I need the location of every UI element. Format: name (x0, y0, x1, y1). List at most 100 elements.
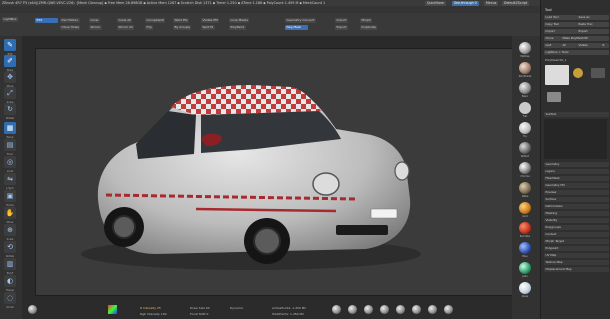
grow-all-button[interactable]: Grow All (117, 18, 133, 23)
geometry-convert-button[interactable]: Geometry Convert (285, 18, 316, 23)
reflect-material-swatch[interactable] (519, 142, 531, 154)
red-wax-material-swatch[interactable] (519, 222, 531, 234)
edit-mode-button[interactable]: Edit (35, 18, 58, 23)
goz-r-button[interactable]: R (601, 43, 609, 48)
shrink-button[interactable]: Shrink (89, 25, 102, 30)
quicksave-button[interactable]: QuickSave (425, 1, 446, 6)
chrome-material-swatch[interactable] (519, 162, 531, 174)
morph-button[interactable]: Morph (360, 18, 373, 23)
view-scale-icon[interactable]: ⊕ Scale (4, 224, 16, 241)
polyframe-icon[interactable]: ▥ PolyF (4, 258, 16, 275)
polypaint-toggle[interactable]: PolyPaint (229, 25, 246, 30)
z-intensity-slider[interactable]: Z Intensity 25 (140, 306, 161, 310)
lightbox-button[interactable]: LightBox (2, 17, 19, 22)
toy-material-swatch[interactable] (519, 122, 531, 134)
groups-split-button[interactable]: GroupsSplit (145, 18, 166, 23)
lsym-toggle-icon[interactable]: ⇋ L.Sym (4, 173, 16, 190)
del-hidden-button[interactable]: Del Hidden (60, 18, 80, 23)
viewport-canvas[interactable] (35, 48, 514, 296)
clone-button[interactable]: Clone (544, 36, 561, 41)
brush-sphere-icon[interactable] (428, 305, 437, 314)
geometry-hd-section[interactable]: Geometry HD (544, 183, 609, 188)
brush-sphere-icon[interactable] (28, 305, 37, 314)
goz-visible-button[interactable]: Visible (577, 43, 601, 48)
brush-sphere-icon[interactable] (380, 305, 389, 314)
by-groups-button[interactable]: By Groups (173, 25, 192, 30)
brush-sphere-icon[interactable] (364, 305, 373, 314)
masking-section[interactable]: Masking (544, 211, 609, 216)
rotate-tool-icon[interactable]: ↻ Rotate (4, 103, 16, 120)
default-zscript-button[interactable]: DefaultZScript (502, 1, 530, 6)
fibermesh-section[interactable]: FiberMesh (544, 176, 609, 181)
goz-all-button[interactable]: All (561, 43, 577, 48)
load-tool-button[interactable]: Load Tool (544, 15, 577, 20)
local-toggle-icon[interactable]: ◎ Local (4, 156, 16, 173)
current-tool-thumbnail[interactable] (545, 65, 569, 85)
brush-sphere-icon[interactable] (396, 305, 405, 314)
brush-sphere-icon[interactable] (348, 305, 357, 314)
surface-section[interactable]: Surface (544, 197, 609, 202)
gold-material-swatch[interactable] (519, 202, 531, 214)
transparent-icon[interactable]: ◐ Transp (4, 275, 16, 292)
simple-brush-thumbnail[interactable] (591, 68, 605, 78)
export-button[interactable]: Export (335, 25, 348, 30)
move-tool-icon[interactable]: ✥ Move (4, 71, 16, 88)
shrink-all-button[interactable]: Shrink All (117, 25, 135, 30)
import-tool-button[interactable]: Import (544, 29, 577, 34)
subtool-thumbnail[interactable] (547, 92, 561, 102)
brush-sphere-icon[interactable] (412, 305, 421, 314)
skinshade-material-swatch[interactable] (519, 62, 531, 74)
layers-section[interactable]: Layers (544, 169, 609, 174)
brush-sphere-icon[interactable] (444, 305, 453, 314)
scale-tool-icon[interactable]: ⤢ Scale (4, 87, 16, 104)
split-point-button[interactable]: Split Pt (201, 25, 215, 30)
geometry-section[interactable]: Geometry (544, 162, 609, 167)
texture-map-section[interactable]: Texture Map (544, 260, 609, 265)
floor-toggle-icon[interactable]: ▤ Floor (4, 139, 16, 156)
morph-target-section[interactable]: Morph Target (544, 239, 609, 244)
dynamic-toggle[interactable]: Dynamic (230, 306, 243, 310)
save-as-button[interactable]: Save As (577, 15, 609, 20)
metal-material-swatch[interactable] (519, 182, 531, 194)
see-through-slider[interactable]: See-through 0 (452, 1, 479, 6)
visibility-section[interactable]: Visibility (544, 218, 609, 223)
draw-size-slider[interactable]: Draw Size 64 (190, 306, 210, 310)
ghost-icon[interactable]: ◌ Ghost (4, 292, 16, 309)
subtool-section[interactable]: SubTool (544, 112, 609, 117)
color-picker-swatch[interactable] (108, 305, 117, 314)
view-rotate-icon[interactable]: ⟲ Rotate (4, 241, 16, 258)
deformation-section[interactable]: Deformation (544, 204, 609, 209)
edit-tool-icon[interactable]: ✎ Edit (4, 39, 16, 56)
duplicate-button[interactable]: Duplicate (360, 25, 378, 30)
goz-button[interactable]: GoZ (544, 43, 561, 48)
basic-material-swatch[interactable] (519, 82, 531, 94)
focal-shift-slider[interactable]: Focal Shift 0 (190, 312, 208, 316)
jade-material-swatch[interactable] (519, 262, 531, 274)
flip-button[interactable]: Flip (145, 25, 154, 30)
persp-toggle-icon[interactable]: ▦ Persp (4, 122, 16, 139)
loop-masks-button[interactable]: Loop Masks (229, 18, 250, 23)
export-tool-button[interactable]: Export (577, 29, 609, 34)
weld-points-button[interactable]: Weld Pts (173, 18, 189, 23)
draw-tool-icon[interactable]: ✐ Draw (4, 55, 16, 72)
brush-sphere-icon[interactable] (332, 305, 341, 314)
frame-icon[interactable]: ▣ Frame (4, 190, 16, 207)
copy-tool-button[interactable]: Copy Tool (544, 22, 577, 27)
paste-tool-button[interactable]: Paste Tool (577, 22, 609, 27)
displacement-map-section[interactable]: Displacement Map (544, 267, 609, 272)
glass-material-swatch[interactable] (519, 282, 531, 294)
make-polymesh3d-button[interactable]: Make PolyMesh3D (561, 36, 609, 41)
close-holes-button[interactable]: Close Holes (60, 25, 81, 30)
preview-section[interactable]: Preview (544, 190, 609, 195)
visible-pm-button[interactable]: Visible PM (201, 18, 220, 23)
import-button[interactable]: Import (335, 18, 348, 23)
flat-material-swatch[interactable] (519, 102, 531, 114)
contact-section[interactable]: Contact (544, 232, 609, 237)
matcap-material-swatch[interactable] (519, 42, 531, 54)
blue-material-swatch[interactable] (519, 242, 531, 254)
grow-button[interactable]: Grow (89, 18, 100, 23)
menus-button[interactable]: Menus (484, 1, 499, 6)
view-move-icon[interactable]: ✋ Move (4, 207, 16, 224)
polypaint-section[interactable]: Polypaint (544, 246, 609, 251)
rgb-intensity-slider[interactable]: Rgb Intensity 100 (140, 312, 167, 316)
